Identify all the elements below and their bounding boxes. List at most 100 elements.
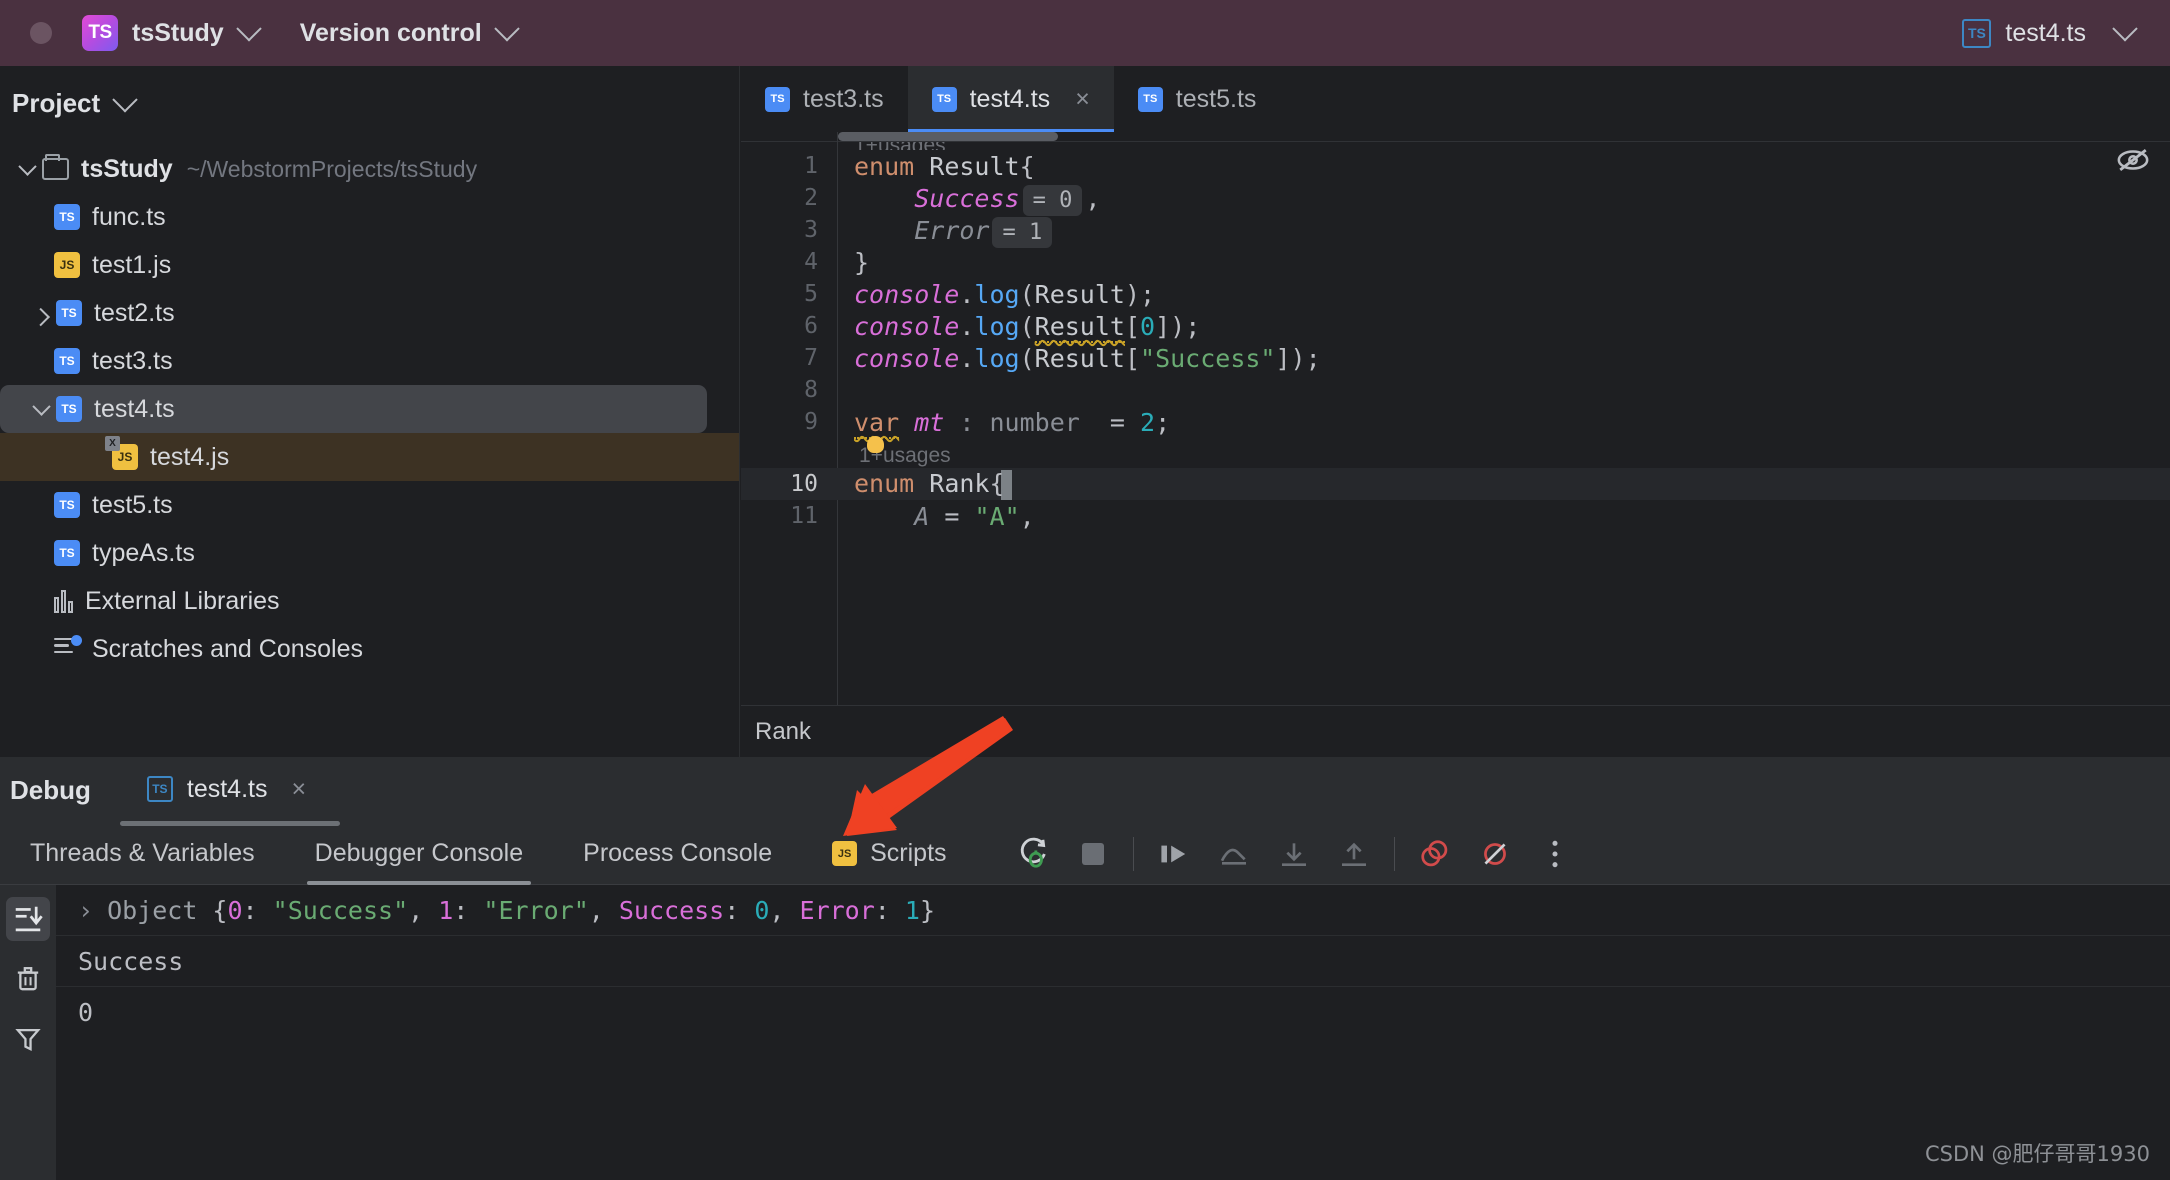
debug-tab-label: Threads & Variables — [30, 839, 255, 867]
code-row-usages-hint[interactable]: 1+usages — [741, 435, 2170, 468]
code-row-4[interactable]: 4 } — [741, 246, 2170, 278]
mute-breakpoints-icon[interactable] — [1465, 823, 1525, 885]
editor-area: TS test3.ts TS test4.ts × TS test5.ts 1 … — [741, 66, 2170, 757]
tree-node-test3-ts[interactable]: TS test3.ts — [0, 337, 739, 385]
console-token: Error — [799, 895, 875, 925]
tree-node-func-ts[interactable]: TS func.ts — [0, 193, 739, 241]
view-breakpoints-icon[interactable] — [1405, 823, 1465, 885]
editor-tab-test3-ts[interactable]: TS test3.ts — [741, 66, 908, 132]
console-gutter-toolbar — [0, 885, 56, 1180]
run-configuration-name[interactable]: test4.ts — [2005, 19, 2086, 48]
close-icon[interactable]: × — [291, 775, 306, 804]
step-into-icon[interactable] — [1264, 823, 1324, 885]
tree-node-typeAs-ts[interactable]: TS typeAs.ts — [0, 529, 739, 577]
tree-node-test1-js[interactable]: JS test1.js — [0, 241, 739, 289]
chevron-right-icon[interactable] — [26, 307, 56, 326]
token-console: console — [854, 311, 960, 341]
rerun-debug-icon[interactable] — [1003, 823, 1063, 885]
code-text: console.log(Result["Success"]); — [838, 344, 1321, 373]
code-editor[interactable]: 1+usages 1 enum Result{ 2 Success= 0, 3 … — [741, 132, 2170, 757]
console-token: { — [212, 895, 228, 925]
tree-node-test5-ts[interactable]: TS test5.ts — [0, 481, 739, 529]
debug-tab-bar: Threads & Variables Debugger Console Pro… — [0, 823, 2170, 885]
code-row-9[interactable]: 9 var mt : number = 2; — [741, 406, 2170, 439]
code-row-7[interactable]: 7 console.log(Result["Success"]); — [741, 342, 2170, 374]
tree-node-scratches-and-consoles[interactable]: Scratches and Consoles — [0, 625, 739, 673]
debugger-console-output[interactable]: › Object {0: "Success", 1: "Error", Succe… — [56, 885, 2170, 1180]
tree-node-test2-ts[interactable]: TS test2.ts — [0, 289, 739, 337]
code-row-8[interactable]: 8 — [741, 374, 2170, 406]
version-control-label[interactable]: Version control — [300, 19, 482, 48]
token-keyword: enum — [854, 151, 915, 181]
expand-chevron-right-icon[interactable]: › — [78, 896, 93, 925]
token-paren: ) — [1124, 279, 1141, 309]
console-token: : — [724, 895, 755, 925]
console-line[interactable]: › Object {0: "Success", 1: "Error", Succe… — [56, 885, 2170, 936]
horizontal-scrollbar[interactable] — [838, 132, 1058, 141]
scroll-to-end-icon[interactable] — [6, 897, 50, 941]
debug-session-label: test4.ts — [186, 774, 268, 803]
tree-node-label: test4.js — [150, 442, 230, 471]
run-config-chevron-down-icon[interactable] — [2112, 16, 2138, 42]
editor-tab-label: test4.ts — [969, 84, 1051, 113]
code-text: Success = 0, — [838, 184, 1100, 216]
debug-session-tab[interactable]: TS test4.ts × — [146, 774, 306, 806]
token-comma: , — [1019, 501, 1035, 531]
window-control-dot[interactable] — [30, 22, 52, 44]
token-semicolon: ; — [1305, 343, 1321, 373]
code-row-1[interactable]: 1 enum Result{ — [741, 150, 2170, 182]
project-panel-header: Project — [0, 66, 739, 119]
chevron-down-icon[interactable] — [26, 396, 56, 416]
code-row-11[interactable]: 11 A = "A", — [741, 500, 2170, 532]
version-control-chevron-down-icon[interactable] — [493, 16, 520, 42]
token-keyword: enum — [854, 468, 915, 498]
token-paren: ) — [1290, 343, 1306, 373]
project-panel-chevron-down-icon[interactable] — [112, 86, 138, 113]
token-paren: ) — [1170, 311, 1186, 341]
tree-node-label: test5.ts — [92, 490, 173, 519]
code-text: var mt : number = 2; — [838, 407, 1170, 439]
tree-node-test4-ts[interactable]: TS test4.ts — [0, 385, 707, 433]
close-icon[interactable]: × — [1075, 86, 1090, 112]
code-row-clipped-hint: 1+usages — [741, 142, 2170, 150]
token-paren: ( — [1019, 343, 1035, 373]
stop-icon[interactable] — [1063, 823, 1123, 885]
editor-tab-test5-ts[interactable]: TS test5.ts — [1114, 66, 1281, 132]
project-name[interactable]: tsStudy — [132, 19, 224, 48]
step-over-icon[interactable] — [1204, 823, 1264, 885]
tree-node-path: ~/WebstormProjects/tsStudy — [186, 155, 478, 182]
title-bar-right: TS test4.ts — [1962, 16, 2170, 48]
ts-file-icon: TS — [1137, 86, 1163, 112]
line-number: 4 — [804, 249, 818, 275]
more-options-icon[interactable] — [1525, 823, 1585, 885]
code-row-6[interactable]: 6 console.log(Result[0]); — [741, 310, 2170, 343]
code-row-10[interactable]: 10 enum Rank{ — [741, 468, 2170, 500]
code-row-3[interactable]: 3 Error = 1 — [741, 214, 2170, 248]
console-line[interactable]: 0 — [56, 987, 2170, 1038]
debug-tab-process-console[interactable]: Process Console — [553, 823, 802, 885]
tree-node-test4-js[interactable]: JS test4.js — [0, 433, 739, 481]
inlay-hint: = 0 — [1022, 184, 1083, 216]
token-bracket: ] — [1155, 311, 1171, 341]
code-row-5[interactable]: 5 console.log(Result); — [741, 278, 2170, 310]
tree-node-external-libraries[interactable]: External Libraries — [0, 577, 739, 625]
tree-node-tsStudy[interactable]: tsStudy ~/WebstormProjects/tsStudy — [0, 145, 739, 193]
code-row-2[interactable]: 2 Success = 0, — [741, 182, 2170, 216]
console-token: , — [408, 895, 439, 925]
project-dropdown-chevron-down-icon[interactable] — [235, 16, 262, 42]
debug-tab-debugger-console[interactable]: Debugger Console — [285, 823, 553, 885]
intention-bulb-icon[interactable] — [867, 435, 884, 453]
toolbar-separator — [1393, 836, 1395, 871]
breadcrumb[interactable]: Rank — [741, 705, 2170, 757]
editor-tab-test4-ts[interactable]: TS test4.ts × — [907, 66, 1115, 132]
step-out-icon[interactable] — [1324, 823, 1384, 885]
line-number: 2 — [804, 185, 818, 211]
filter-icon[interactable] — [6, 1017, 50, 1061]
debug-tab-threads-variables[interactable]: Threads & Variables — [0, 823, 285, 885]
debug-tab-scripts[interactable]: JS Scripts — [802, 823, 976, 885]
code-text: enum Result{ — [838, 152, 1035, 181]
chevron-down-icon[interactable] — [12, 156, 42, 176]
clear-all-icon[interactable] — [6, 957, 50, 1001]
console-line[interactable]: Success — [56, 936, 2170, 987]
resume-program-icon[interactable] — [1144, 823, 1204, 885]
